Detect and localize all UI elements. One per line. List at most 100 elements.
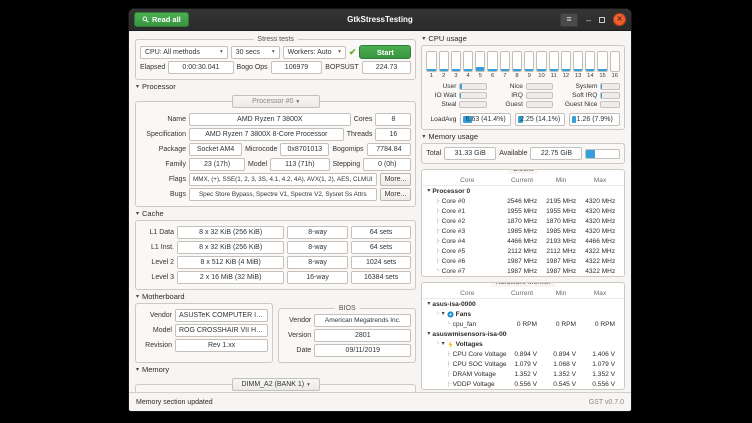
dimm-selector-dropdown[interactable]: DIMM_A2 (BANK 1) ▾ (232, 378, 320, 391)
cache-sets-field[interactable]: 16384 sets (351, 271, 412, 284)
package-field[interactable]: Socket AM4 (189, 143, 242, 156)
cache-sets-field[interactable]: 64 sets (351, 226, 412, 239)
table-row[interactable]: ├Core #44466 MHz2193 MHz4466 MHz (422, 236, 624, 246)
flags-field[interactable]: MMX, (+), SSE(1, 2, 3, 3S, 4.1, 4.2, 4A)… (189, 173, 377, 186)
cpu-core-number: 15 (597, 73, 607, 79)
expander-triangle-icon[interactable]: ▾ (427, 188, 430, 194)
col-min[interactable]: Min (546, 290, 585, 297)
expander-triangle-icon: ▾ (136, 294, 139, 300)
bogo-ops-field[interactable]: 106979 (271, 61, 323, 74)
cache-size-field[interactable]: 8 x 512 KiB (4 MiB) (177, 256, 284, 269)
table-row[interactable]: ├Core #21870 MHz1870 MHz4320 MHz (422, 216, 624, 226)
col-min[interactable]: Min (546, 177, 585, 184)
menu-button[interactable]: ≡ (560, 13, 578, 27)
memory-usage-expander[interactable]: ▾ Memory usage (422, 132, 625, 141)
cache-ways-field[interactable]: 16-way (287, 271, 348, 284)
table-row[interactable]: ├Core #11955 MHz1955 MHz4320 MHz (422, 206, 624, 216)
cache-size-field[interactable]: 8 x 32 KiB (256 KiB) (177, 226, 284, 239)
expander-triangle-icon[interactable]: ▾ (442, 311, 445, 317)
close-button[interactable]: ✕ (613, 13, 626, 26)
col-current[interactable]: Current (507, 290, 546, 297)
hwmon-chip-row[interactable]: ▾asus-isa-0000 (422, 299, 624, 309)
cache-sets-field[interactable]: 64 sets (351, 241, 412, 254)
microcode-field[interactable]: 0x8701013 (280, 143, 329, 156)
spec-field[interactable]: AMD Ryzen 7 3800X 8-Core Processor (189, 128, 344, 141)
bios-date-field[interactable]: 09/11/2019 (314, 344, 411, 357)
threads-field[interactable]: 16 (375, 128, 411, 141)
bugs-field[interactable]: Spec Store Bypass, Spectre V1, Spectre V… (189, 188, 377, 201)
cache-ways-field[interactable]: 8-way (287, 241, 348, 254)
table-row[interactable]: ├DRAM Voltage1.352 V1.352 V1.352 V (422, 369, 624, 379)
stress-method-dropdown[interactable]: CPU: All methods ▾ (140, 46, 228, 59)
bopsust-field[interactable]: 224.73 (362, 61, 412, 74)
mem-available-field[interactable]: 22.75 GiB (530, 147, 582, 160)
cpu-usage-expander[interactable]: ▾ CPU usage (422, 34, 625, 43)
expander-triangle-icon[interactable]: ▾ (427, 331, 430, 337)
mb-vendor-field[interactable]: ASUSTeK COMPUTER INC. (175, 309, 268, 322)
table-row[interactable]: └cpu_fan0 RPM0 RPM0 RPM (422, 319, 624, 329)
bios-version-field[interactable]: 2801 (314, 329, 411, 342)
motherboard-expander[interactable]: ▾ Motherboard (136, 292, 416, 301)
model-field[interactable]: 113 (71h) (270, 158, 329, 171)
table-row[interactable]: ├CPU SOC Voltage1.079 V1.068 V1.079 V (422, 359, 624, 369)
maximize-button[interactable] (599, 17, 605, 23)
elapsed-field[interactable]: 0:00:30.041 (168, 61, 233, 74)
table-row[interactable]: ├CPU Core Voltage0.894 V0.894 V1.406 V (422, 349, 624, 359)
read-all-button[interactable]: Read all (134, 12, 189, 27)
hwmon-chip-row[interactable]: ▾asuswmisensors-isa-0000 (422, 329, 624, 339)
col-core[interactable]: Core (422, 177, 507, 184)
expander-triangle-icon[interactable]: ▾ (442, 341, 445, 347)
bios-vendor-field[interactable]: American Megatrends Inc. (314, 314, 411, 327)
start-button[interactable]: Start (359, 45, 411, 59)
chip-name: asus-isa-0000 (432, 301, 475, 308)
cpu-name-field[interactable]: AMD Ryzen 7 3800X (189, 113, 351, 126)
cache-expander[interactable]: ▾ Cache (136, 209, 416, 218)
col-max[interactable]: Max (585, 290, 624, 297)
titlebar[interactable]: GtkStressTesting Read all ≡ – ✕ (129, 9, 631, 31)
mb-revision-field[interactable]: Rev 1.xx (175, 339, 268, 352)
cache-size-field[interactable]: 8 x 32 KiB (256 KiB) (177, 241, 284, 254)
cache-sets-field[interactable]: 1024 sets (351, 256, 412, 269)
core-max: 4322 MHz (585, 268, 624, 275)
table-row[interactable]: └1.8V PLL Voltage1.799 V1.799 V1.799 V (422, 389, 624, 390)
family-field[interactable]: 23 (17h) (189, 158, 245, 171)
expander-triangle-icon[interactable]: ▾ (427, 301, 430, 307)
cpu-core-number: 16 (610, 73, 620, 79)
bugs-more-button[interactable]: More... (380, 188, 412, 201)
bogomips-field[interactable]: 7784.84 (367, 143, 412, 156)
col-max[interactable]: Max (585, 177, 624, 184)
cache-ways-field[interactable]: 8-way (287, 226, 348, 239)
loadavg-15min-field: 1.26 (7.9%) (569, 113, 620, 126)
cache-row-label: L1 Data (140, 229, 174, 236)
processor-expander[interactable]: ▾ Processor (136, 82, 416, 91)
table-row[interactable]: ├VDDP Voltage0.556 V0.545 V0.556 V (422, 379, 624, 389)
table-row[interactable]: ├Core #31985 MHz1985 MHz4320 MHz (422, 226, 624, 236)
clocks-group-row[interactable]: ▾Processor 0 (422, 186, 624, 196)
memory-expander[interactable]: ▾ Memory (136, 365, 416, 374)
hwmon-group-row[interactable]: └▾Voltages (422, 339, 624, 349)
stat-progressbar (459, 92, 487, 99)
col-current[interactable]: Current (507, 177, 546, 184)
table-row[interactable]: ├Core #61987 MHz1987 MHz4322 MHz (422, 256, 624, 266)
cpu-core-bar (439, 51, 449, 72)
cache-size-field[interactable]: 2 x 16 MiB (32 MiB) (177, 271, 284, 284)
minimize-button[interactable]: – (586, 16, 591, 24)
cores-field[interactable]: 8 (375, 113, 411, 126)
core-current: 1955 MHz (507, 208, 546, 215)
flags-more-button[interactable]: More... (380, 173, 412, 186)
processor-selector-dropdown[interactable]: Processor #0 ▾ (232, 95, 320, 108)
mb-model-field[interactable]: ROG CROSSHAIR VII HERO (175, 324, 268, 337)
table-row[interactable]: ├Core #52112 MHz2112 MHz4322 MHz (422, 246, 624, 256)
mem-total-field[interactable]: 31.33 GiB (444, 147, 496, 160)
table-row[interactable]: ├Core #02546 MHz2195 MHz4320 MHz (422, 196, 624, 206)
col-core[interactable]: Core (422, 290, 507, 297)
bios-version-label: Version (283, 332, 311, 339)
stepping-field[interactable]: 0 (0h) (363, 158, 411, 171)
window-title: GtkStressTesting (129, 15, 631, 24)
cache-ways-field[interactable]: 8-way (287, 256, 348, 269)
table-row[interactable]: └Core #71987 MHz1987 MHz4322 MHz (422, 266, 624, 276)
stress-workers-dropdown[interactable]: Workers: Auto ▾ (283, 46, 346, 59)
stress-duration-dropdown[interactable]: 30 secs ▾ (231, 46, 280, 59)
hwmon-group-row[interactable]: └▾Fans (422, 309, 624, 319)
cpu-core-bar (500, 51, 510, 72)
